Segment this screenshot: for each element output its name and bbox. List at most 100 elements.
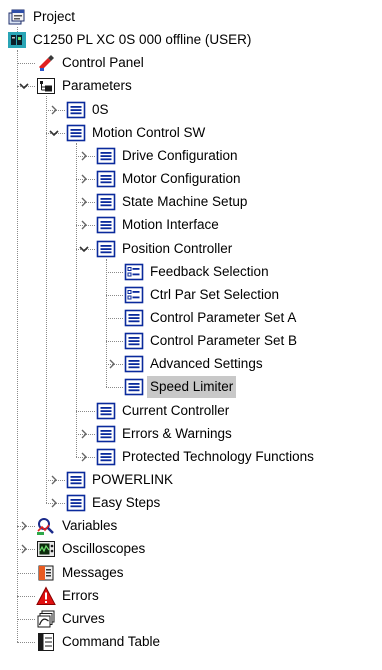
project-icon [7, 7, 27, 27]
tree-node-motor-configuration[interactable]: Motor Configuration [0, 168, 382, 190]
expand-chevron-icon[interactable] [78, 145, 90, 167]
tree-node-label[interactable]: Parameters [59, 75, 135, 97]
tree-node-label[interactable]: Position Controller [119, 238, 235, 260]
tree-node-variables[interactable]: Variables [0, 515, 382, 537]
parameter-group-icon [96, 447, 116, 467]
tree-node-label[interactable]: Motion Interface [119, 214, 222, 236]
tree-node-label[interactable]: Motor Configuration [119, 168, 244, 190]
control-panel-icon [36, 53, 56, 73]
collapse-chevron-icon[interactable] [0, 29, 1, 51]
tree-node-label[interactable]: Drive Configuration [119, 145, 241, 167]
tree-node-label[interactable]: Protected Technology Functions [119, 446, 317, 468]
tree-node-control-panel[interactable]: Control Panel [0, 52, 382, 74]
parameter-group-icon [96, 215, 116, 235]
tree-node-label[interactable]: Project [30, 6, 78, 28]
tree-node-label[interactable]: POWERLINK [89, 469, 176, 491]
tree-node-speed-limiter[interactable]: Speed Limiter [0, 376, 382, 399]
tree-node-label[interactable]: Feedback Selection [147, 261, 272, 283]
tree-node-parameters[interactable]: Parameters [0, 75, 382, 97]
expand-chevron-icon[interactable] [78, 191, 90, 213]
parameter-group-icon [96, 239, 116, 259]
tree-node-label[interactable]: Control Parameter Set B [147, 330, 300, 352]
collapse-chevron-icon[interactable] [18, 75, 30, 97]
expand-chevron-icon[interactable] [18, 515, 30, 537]
tree-node-drive-configuration[interactable]: Drive Configuration [0, 145, 382, 167]
parameter-group-icon [66, 123, 86, 143]
tree-node-protected-technology-functions[interactable]: Protected Technology Functions [0, 446, 382, 468]
expand-chevron-icon[interactable] [48, 469, 60, 491]
tree-node-label[interactable]: Motion Control SW [89, 122, 208, 144]
tree-node-project[interactable]: Project [0, 6, 382, 28]
expand-chevron-icon[interactable] [78, 214, 90, 236]
tree-node-label[interactable]: Speed Limiter [147, 376, 237, 399]
expand-chevron-icon[interactable] [78, 168, 90, 190]
expand-chevron-icon[interactable] [48, 492, 60, 514]
parameter-group-icon [124, 377, 144, 397]
parameter-group-icon [66, 493, 86, 513]
tree-node-state-machine-setup[interactable]: State Machine Setup [0, 191, 382, 213]
tree-node-label[interactable]: Messages [59, 562, 127, 584]
tree-node-ctrl-par-set-selection[interactable]: Ctrl Par Set Selection [0, 284, 382, 306]
tree-node-label[interactable]: Easy Steps [89, 492, 163, 514]
tree-node-label[interactable]: Errors & Warnings [119, 423, 235, 445]
tree-node-label[interactable]: Current Controller [119, 400, 232, 422]
tree-node-label[interactable]: Ctrl Par Set Selection [147, 284, 282, 306]
tree-node-position-controller[interactable]: Position Controller [0, 238, 382, 260]
selection-list-icon [124, 285, 144, 305]
parameter-group-icon [124, 331, 144, 351]
parameter-tree: Project C1250 PL XC 0S 000 offline (USER)… [0, 0, 382, 670]
parameter-group-icon [96, 192, 116, 212]
expand-chevron-icon[interactable] [18, 538, 30, 560]
parameter-group-icon [96, 169, 116, 189]
tree-node-errors[interactable]: Errors [0, 585, 382, 607]
parameter-group-icon [66, 100, 86, 120]
tree-node-label[interactable]: 0S [89, 99, 112, 121]
tree-node-easy-steps[interactable]: Easy Steps [0, 492, 382, 514]
tree-node-motion-interface[interactable]: Motion Interface [0, 214, 382, 236]
tree-node-oscilloscopes[interactable]: Oscilloscopes [0, 538, 382, 560]
error-warning-icon [36, 586, 56, 606]
tree-node-motion-control-sw[interactable]: Motion Control SW [0, 122, 382, 144]
messages-icon [36, 563, 56, 583]
tree-node-label[interactable]: Variables [59, 515, 120, 537]
collapse-chevron-icon[interactable] [78, 238, 90, 260]
tree-node-os[interactable]: 0S [0, 99, 382, 121]
oscilloscope-icon [36, 539, 56, 559]
expand-chevron-icon[interactable] [78, 446, 90, 468]
tree-node-control-parameter-set-a[interactable]: Control Parameter Set A [0, 307, 382, 329]
tree-node-label[interactable]: Oscilloscopes [59, 538, 148, 560]
tree-node-label[interactable]: Control Parameter Set A [147, 307, 299, 329]
expand-chevron-icon[interactable] [106, 353, 118, 375]
tree-node-label[interactable]: State Machine Setup [119, 191, 250, 213]
parameter-group-icon [96, 424, 116, 444]
tree-node-curves[interactable]: Curves [0, 608, 382, 630]
parameter-group-icon [124, 308, 144, 328]
tree-node-label[interactable]: Control Panel [59, 52, 147, 74]
tree-node-command-table[interactable]: Command Table [0, 631, 382, 653]
tree-node-messages[interactable]: Messages [0, 562, 382, 584]
tree-node-feedback-selection[interactable]: Feedback Selection [0, 261, 382, 283]
command-table-icon [36, 632, 56, 652]
tree-node-current-controller[interactable]: Current Controller [0, 400, 382, 422]
collapse-chevron-icon[interactable] [48, 122, 60, 144]
parameter-group-icon [124, 354, 144, 374]
tree-node-label[interactable]: C1250 PL XC 0S 000 offline (USER) [30, 29, 254, 51]
tree-node-powerlink[interactable]: POWERLINK [0, 469, 382, 491]
parameter-group-icon [66, 470, 86, 490]
parameter-group-icon [96, 401, 116, 421]
variables-icon [36, 516, 56, 536]
curves-icon [36, 609, 56, 629]
tree-node-errors-warnings[interactable]: Errors & Warnings [0, 423, 382, 445]
tree-node-label[interactable]: Errors [59, 585, 102, 607]
parameter-group-icon [96, 146, 116, 166]
parameters-icon [36, 76, 56, 96]
tree-node-label[interactable]: Command Table [59, 631, 163, 653]
tree-node-label[interactable]: Curves [59, 608, 108, 630]
tree-node-device[interactable]: C1250 PL XC 0S 000 offline (USER) [0, 29, 382, 51]
expand-chevron-icon[interactable] [78, 423, 90, 445]
expand-chevron-icon[interactable] [48, 99, 60, 121]
tree-node-control-parameter-set-b[interactable]: Control Parameter Set B [0, 330, 382, 352]
tree-node-label[interactable]: Advanced Settings [147, 353, 266, 375]
tree-node-advanced-settings[interactable]: Advanced Settings [0, 353, 382, 375]
device-icon [7, 30, 27, 50]
